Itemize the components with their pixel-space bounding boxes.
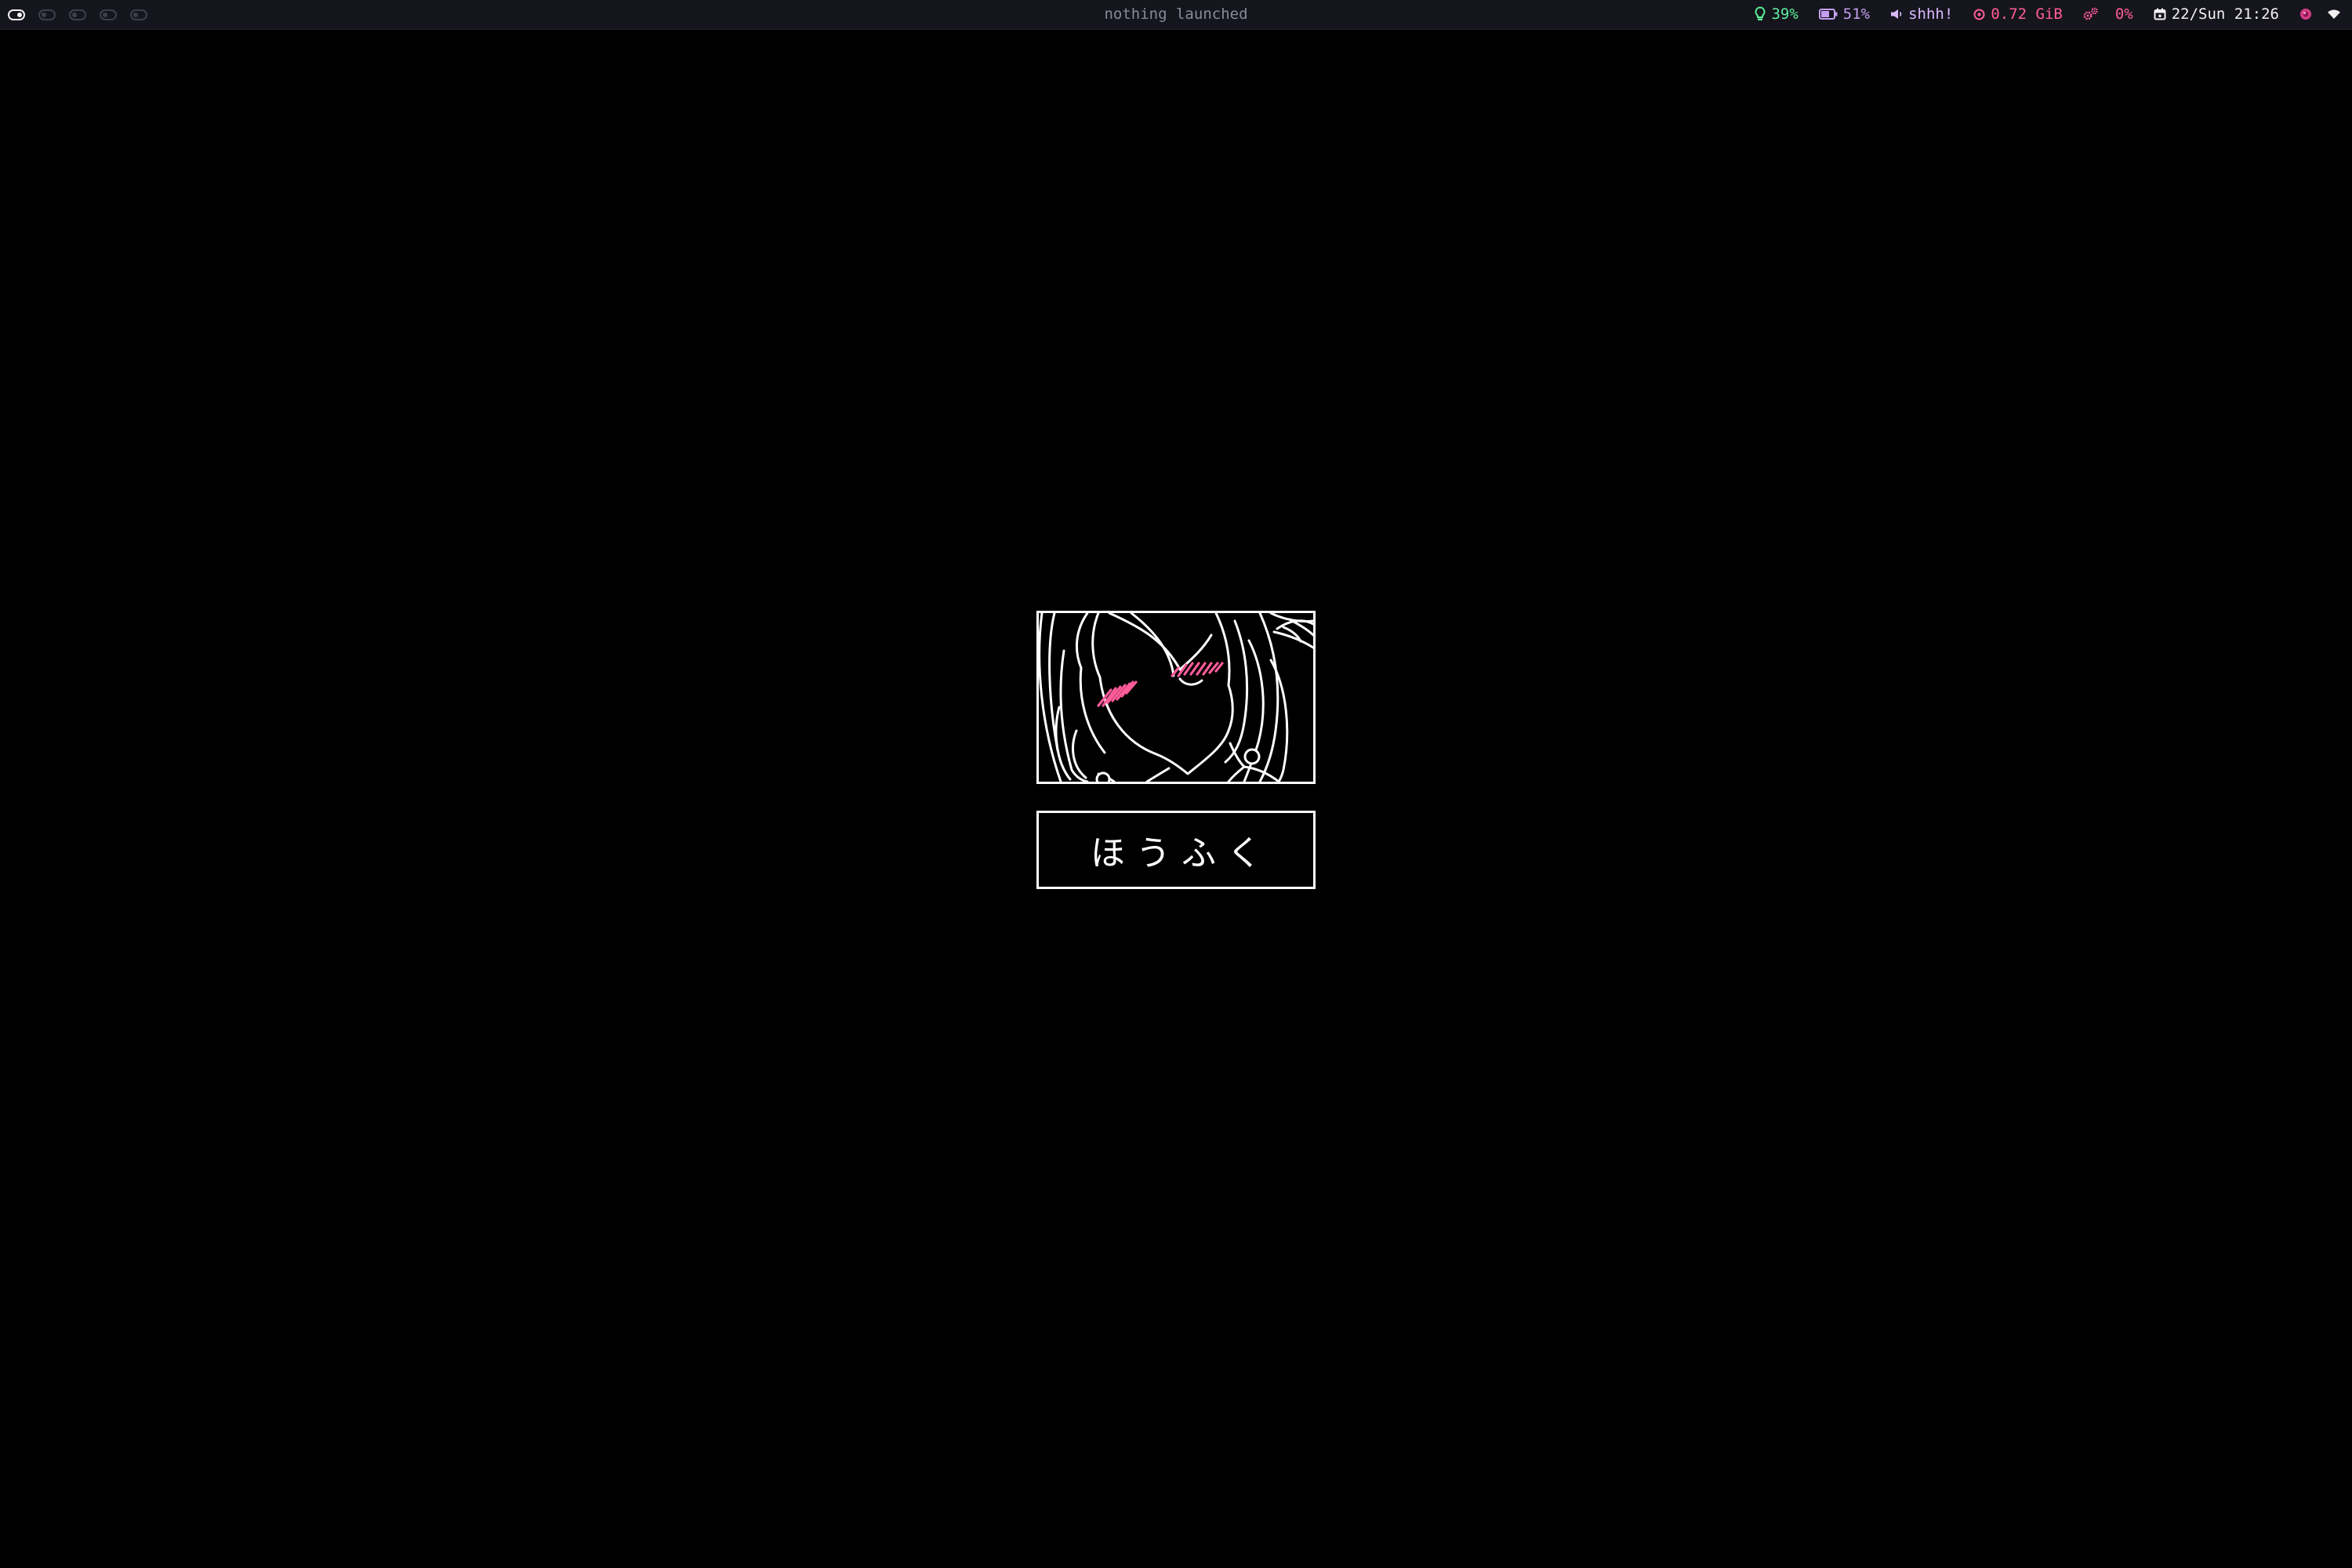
volume-value: shhh!	[1908, 5, 1954, 23]
workspace-5-indicator[interactable]	[130, 9, 147, 20]
workspace-switcher	[8, 0, 147, 30]
calendar-icon	[2154, 8, 2166, 20]
volume-module[interactable]: shhh!	[1890, 5, 1953, 23]
cpu-value: 0%	[2114, 5, 2133, 23]
workspace-2-indicator[interactable]	[38, 9, 56, 20]
system-tray	[2299, 8, 2341, 20]
battery-icon	[1818, 9, 1838, 20]
memory-value: 0.72 GiB	[1991, 5, 2063, 23]
active-window-title: nothing launched	[1104, 5, 1248, 23]
workspace-4-indicator[interactable]	[100, 9, 117, 20]
workspace-1-indicator[interactable]	[8, 9, 25, 20]
workspace-3-indicator[interactable]	[69, 9, 86, 20]
lightbulb-icon	[1755, 6, 1766, 20]
status-modules: 39% 51% shhh! 0.72 GiB 0% 22/Sun 21:26	[1734, 0, 2341, 28]
clock-module[interactable]: 22/Sun 21:26	[2154, 5, 2279, 23]
memory-module[interactable]: 0.72 GiB	[1973, 5, 2063, 23]
brightness-value: 39%	[1771, 5, 1798, 23]
speaker-icon	[1891, 9, 1902, 19]
memory-icon	[1973, 9, 1985, 20]
name-label: ほうふく	[1091, 833, 1272, 873]
pink-circle-app-icon[interactable]	[2299, 8, 2312, 20]
cpu-module[interactable]: 0%	[2083, 5, 2133, 23]
wifi-icon[interactable]	[2327, 9, 2341, 20]
name-label-box: ほうふく	[1036, 811, 1316, 889]
anime-girl-lineart-icon	[1036, 611, 1316, 784]
battery-value: 51%	[1842, 5, 1871, 23]
battery-module[interactable]: 51%	[1818, 5, 1871, 23]
gears-icon	[2083, 7, 2098, 20]
brightness-module[interactable]: 39%	[1755, 5, 1798, 23]
clock-value: 22/Sun 21:26	[2171, 5, 2279, 23]
top-bar: nothing launched 39% 51% shhh! 0.72 GiB …	[0, 0, 2352, 30]
